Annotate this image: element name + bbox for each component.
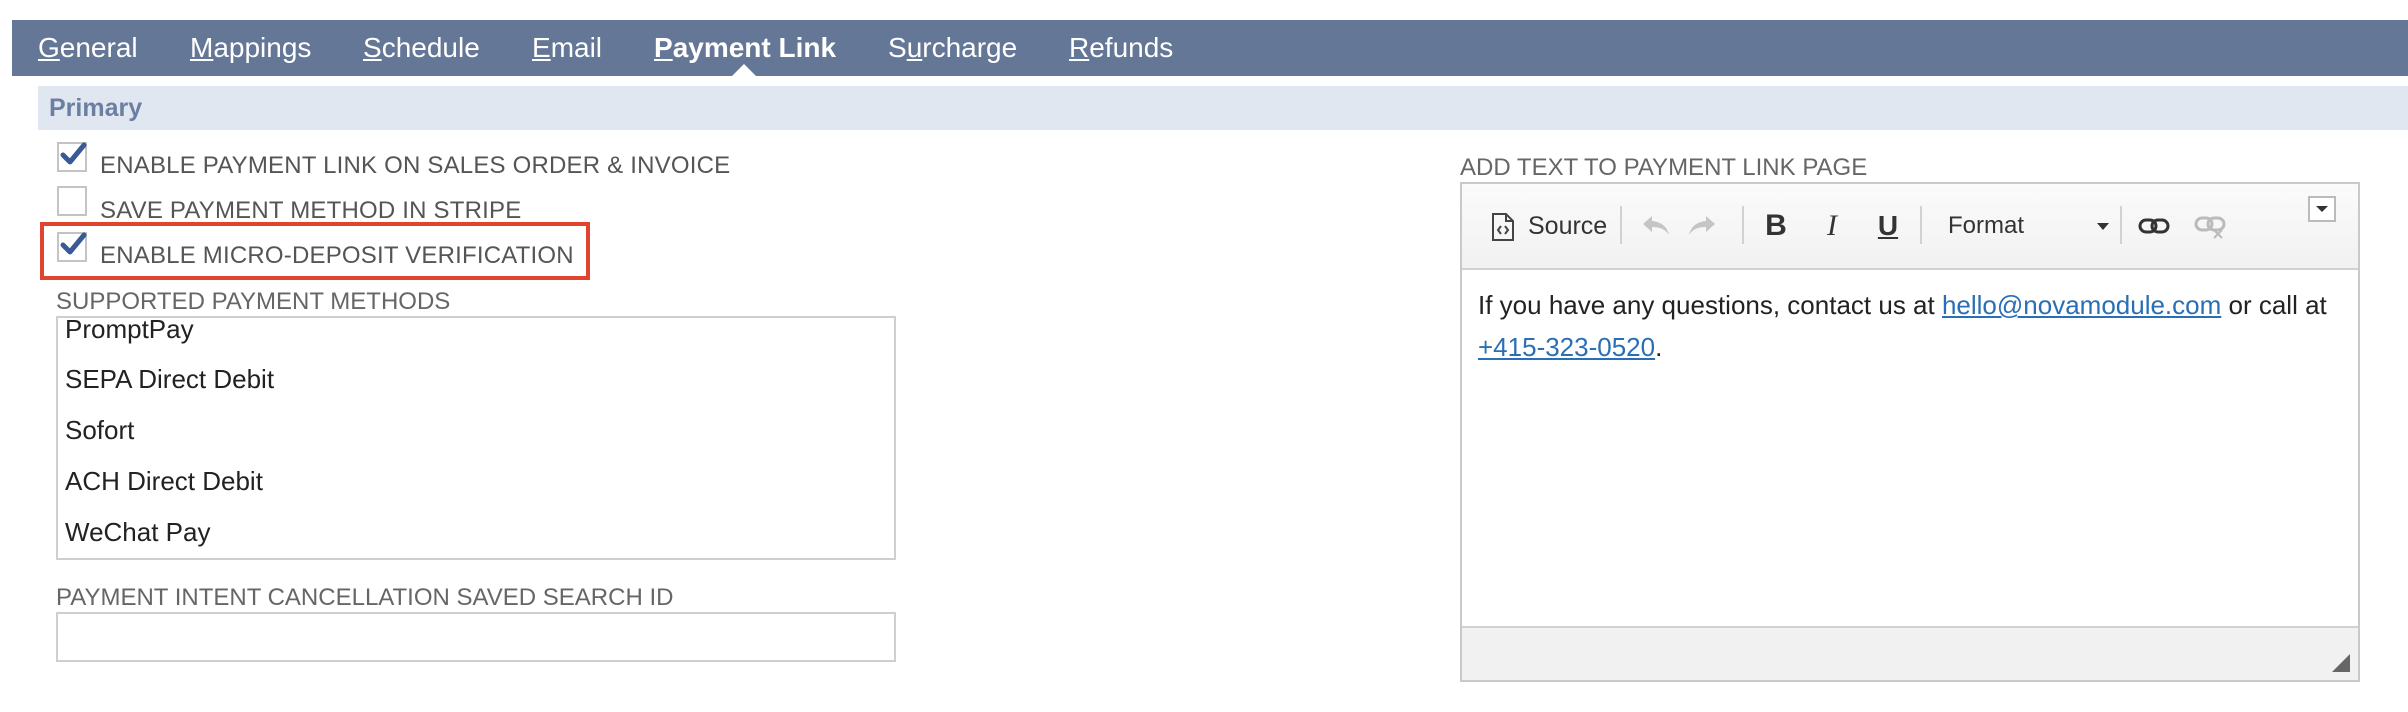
list-item[interactable]: ACH Direct Debit <box>65 466 263 497</box>
source-label: Source <box>1528 212 1608 240</box>
resize-handle-icon[interactable] <box>2330 652 2352 674</box>
undo-button[interactable] <box>1636 204 1676 248</box>
supported-payment-methods-listbox[interactable]: PromptPay SEPA Direct Debit Sofort ACH D… <box>56 316 896 560</box>
undo-icon <box>1643 216 1669 235</box>
italic-button[interactable]: I <box>1812 204 1852 248</box>
email-link[interactable]: hello@novamodule.com <box>1942 290 2221 320</box>
tab-surcharge-label: rcharge <box>922 32 1018 63</box>
editor-content[interactable]: If you have any questions, contact us at… <box>1478 284 2338 368</box>
italic-icon: I <box>1827 209 1837 242</box>
section-header-primary[interactable]: Primary <box>38 86 2408 130</box>
tab-surcharge-accel: u <box>906 32 923 63</box>
editor-text: . <box>1655 332 1663 362</box>
supported-payment-methods-label: SUPPORTED PAYMENT METHODS <box>56 288 451 315</box>
tab-mappings-accel: M <box>190 32 214 63</box>
link-icon <box>2138 218 2170 234</box>
phone-link[interactable]: +415-323-0520 <box>1478 332 1655 362</box>
rich-text-editor: Source B I U Format If you have any ques… <box>1460 182 2360 682</box>
editor-statusbar <box>1462 626 2358 680</box>
toolbar-collapse-icon <box>2316 206 2328 212</box>
enable-payment-link-label: ENABLE PAYMENT LINK ON SALES ORDER & INV… <box>100 152 731 179</box>
tab-refunds[interactable]: Refunds <box>1069 20 1173 76</box>
editor-text: If you have any questions, contact us at <box>1478 290 1942 320</box>
save-payment-method-checkbox[interactable] <box>57 186 87 216</box>
source-icon <box>1492 213 1514 241</box>
editor-toolbar: Source B I U Format <box>1462 184 2358 270</box>
section-title: Primary <box>49 94 143 122</box>
highlight-box <box>40 222 590 280</box>
format-label: Format <box>1948 212 2025 239</box>
tab-general[interactable]: General <box>38 20 138 76</box>
tab-surcharge-pre: S <box>888 32 907 63</box>
editor-text: or call at <box>2221 290 2327 320</box>
underline-button[interactable]: U <box>1868 204 1908 248</box>
subtab-bar: General Mappings Schedule Email Payment … <box>12 20 2408 76</box>
unlink-button[interactable] <box>2188 204 2232 248</box>
save-payment-method-label: SAVE PAYMENT METHOD IN STRIPE <box>100 197 522 224</box>
unlink-icon <box>2194 216 2226 239</box>
source-button[interactable]: Source <box>1490 204 1608 248</box>
cancellation-search-input[interactable] <box>56 612 896 662</box>
toolbar-separator <box>1920 206 1922 244</box>
tab-refunds-accel: R <box>1069 32 1090 63</box>
active-tab-caret-icon <box>731 64 757 77</box>
bold-icon: B <box>1765 209 1787 242</box>
tab-email[interactable]: Email <box>532 20 602 76</box>
enable-payment-link-checkbox[interactable] <box>57 142 87 172</box>
tab-refunds-label: efunds <box>1089 32 1174 63</box>
editor-label: ADD TEXT TO PAYMENT LINK PAGE <box>1460 154 1868 181</box>
link-button[interactable] <box>2132 204 2176 248</box>
redo-button[interactable] <box>1682 204 1722 248</box>
toolbar-separator <box>1742 206 1744 244</box>
toolbar-separator <box>2120 206 2122 244</box>
tab-mappings-label: appings <box>213 32 312 63</box>
list-item[interactable]: Sofort <box>65 415 134 446</box>
tab-general-accel: G <box>38 32 60 63</box>
format-dropdown[interactable]: Format <box>1948 204 2118 248</box>
tab-email-accel: E <box>532 32 551 63</box>
tab-schedule-label: chedule <box>381 32 480 63</box>
tab-email-label: mail <box>550 32 603 63</box>
toolbar-separator <box>1620 206 1622 244</box>
tab-payment-link-label: ayment Link <box>672 32 837 63</box>
checkmark-icon <box>60 142 87 165</box>
list-item[interactable]: PromptPay <box>65 318 194 345</box>
chevron-down-icon <box>2097 223 2109 230</box>
tab-surcharge[interactable]: Surcharge <box>888 20 1017 76</box>
toolbar-collapse-button[interactable] <box>2308 196 2336 222</box>
redo-icon <box>1689 216 1715 235</box>
list-item[interactable]: SEPA Direct Debit <box>65 364 274 395</box>
tab-general-label: eneral <box>59 32 138 63</box>
underline-icon: U <box>1877 210 1899 241</box>
bold-button[interactable]: B <box>1756 204 1796 248</box>
cancellation-search-label: PAYMENT INTENT CANCELLATION SAVED SEARCH… <box>56 584 674 611</box>
tab-payment-link-accel: P <box>654 32 673 63</box>
tab-schedule-accel: S <box>363 32 382 63</box>
list-item[interactable]: WeChat Pay <box>65 517 210 548</box>
tab-schedule[interactable]: Schedule <box>363 20 480 76</box>
tab-mappings[interactable]: Mappings <box>190 20 311 76</box>
